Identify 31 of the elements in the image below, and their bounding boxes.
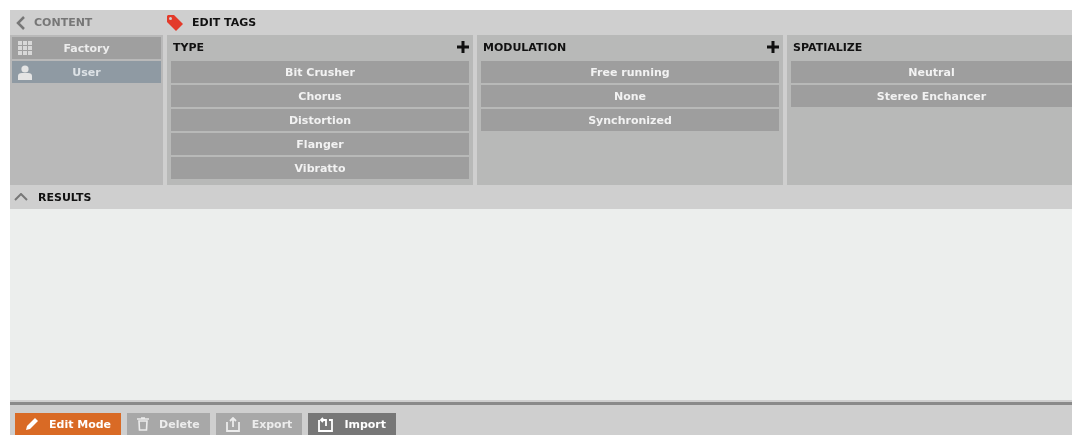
tag-item[interactable]: Vibratto (171, 157, 469, 179)
tag-item[interactable]: Neutral (791, 61, 1072, 83)
export-icon (225, 416, 242, 432)
tag-item[interactable]: None (481, 85, 779, 107)
pencil-icon (25, 417, 39, 431)
add-icon[interactable] (767, 41, 779, 53)
tag-item[interactable]: Synchronized (481, 109, 779, 131)
user-icon (18, 64, 32, 80)
category-title: MODULATION (483, 40, 567, 54)
source-item[interactable]: User (12, 61, 161, 83)
source-item[interactable]: Factory (12, 37, 161, 59)
toolbar-button[interactable]: Import (308, 413, 397, 435)
category-title: TYPE (173, 40, 205, 54)
category-title: SPATIALIZE (793, 40, 863, 54)
tag-item[interactable]: Chorus (171, 85, 469, 107)
results-label: RESULTS (38, 190, 92, 204)
trash-icon (137, 417, 150, 431)
grid-icon (18, 41, 32, 55)
page-title: EDIT TAGS (192, 16, 257, 29)
tag-item[interactable]: Distortion (171, 109, 469, 131)
import-icon (318, 416, 335, 432)
back-chevron-icon[interactable] (16, 15, 26, 30)
collapse-chevron-icon[interactable] (14, 193, 28, 201)
tag-item[interactable]: Free running (481, 61, 779, 83)
tag-item[interactable]: Flanger (171, 133, 469, 155)
tag-icon (166, 13, 184, 32)
tag-item[interactable]: Stereo Enchancer (791, 85, 1072, 107)
tag-item[interactable]: Bit Crusher (171, 61, 469, 83)
back-link[interactable]: CONTENT (34, 16, 93, 29)
toolbar-button[interactable]: Edit Mode (15, 413, 122, 435)
add-icon[interactable] (457, 41, 469, 53)
